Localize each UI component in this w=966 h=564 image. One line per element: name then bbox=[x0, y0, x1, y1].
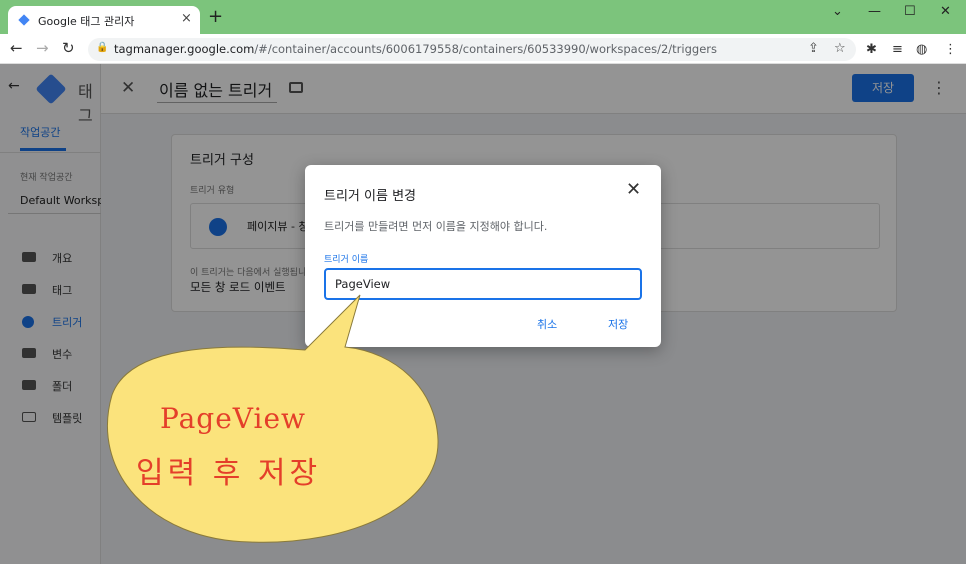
callout-line-2: 입력 후 저장 bbox=[136, 456, 322, 491]
callout-line-1: PageView bbox=[160, 402, 306, 435]
